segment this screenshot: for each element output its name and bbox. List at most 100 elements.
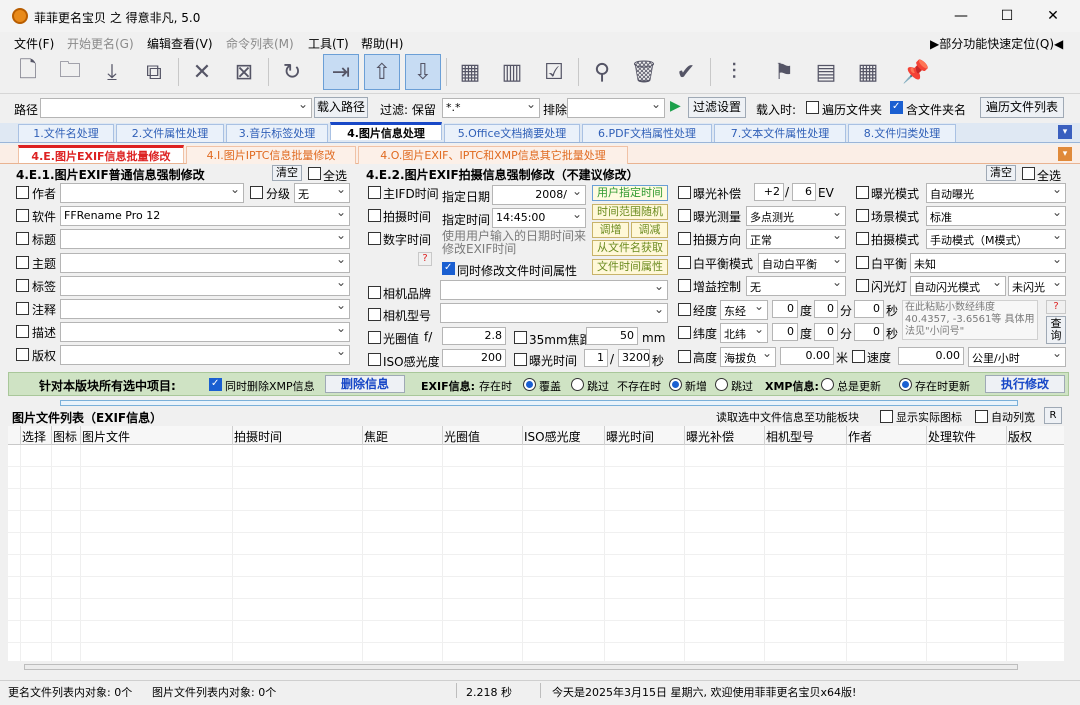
comment-checkbox[interactable] xyxy=(16,302,29,315)
camera-brand-combo[interactable] xyxy=(440,280,668,300)
col-exposure-time[interactable]: 曝光时间 xyxy=(606,428,654,445)
new-file-icon[interactable]: 🗋 xyxy=(10,54,46,90)
exif-add-radio[interactable] xyxy=(669,378,682,391)
title-combo[interactable] xyxy=(60,229,350,249)
tab-text[interactable]: 7.文本文件属性处理 xyxy=(714,124,846,142)
sliders-icon[interactable]: ⫶ xyxy=(716,54,752,90)
focal-input[interactable]: 50 xyxy=(586,327,638,345)
traverse-folder-checkbox[interactable] xyxy=(806,101,819,114)
scene-combo[interactable]: 标准 xyxy=(926,206,1066,226)
filter-combo[interactable]: *.* xyxy=(442,98,540,118)
menu-help[interactable]: 帮助(H) xyxy=(361,35,403,52)
refresh-list-button[interactable]: R xyxy=(1044,407,1062,424)
software-combo[interactable]: FFRename Pro 12 xyxy=(60,206,350,226)
query-button[interactable]: 查询 xyxy=(1046,316,1066,344)
tabs-dropdown-icon[interactable]: ▾ xyxy=(1058,125,1072,139)
gps-paste-hint[interactable]: 在此粘贴小数经纬度 40.4357, -3.6561等 具体用法见"小问号" xyxy=(902,300,1038,340)
copyright-combo[interactable] xyxy=(60,345,350,365)
play-icon[interactable]: ▶ xyxy=(670,98,681,114)
layout-down-icon[interactable]: ⇩ xyxy=(405,54,441,90)
exif-overwrite-radio[interactable] xyxy=(523,378,536,391)
author-checkbox[interactable] xyxy=(16,186,29,199)
col-focal[interactable]: 焦距 xyxy=(364,428,388,445)
read-selected-label[interactable]: 读取选中文件信息至功能板块 xyxy=(716,409,859,425)
aperture-input[interactable]: 2.8 xyxy=(442,327,506,345)
gain-checkbox[interactable] xyxy=(678,279,691,292)
camera-model-combo[interactable] xyxy=(440,303,668,323)
main-ifd-checkbox[interactable] xyxy=(368,186,381,199)
camera-brand-checkbox[interactable] xyxy=(368,286,381,299)
col-author[interactable]: 作者 xyxy=(848,428,872,445)
delete-icon[interactable]: ✕ xyxy=(184,54,220,90)
filter-settings-button[interactable]: 过滤设置 xyxy=(688,97,746,118)
speed-input[interactable]: 0.00 xyxy=(898,347,964,365)
exp-mode-combo[interactable]: 自动曝光 xyxy=(926,183,1066,203)
path-combo[interactable] xyxy=(40,98,312,118)
quick-locate-menu[interactable]: ▶部分功能快速定位(Q)◀ xyxy=(930,35,1063,52)
altitude-input[interactable]: 0.00 xyxy=(780,347,834,365)
menu-file[interactable]: 文件(F) xyxy=(14,35,54,52)
tags-combo[interactable] xyxy=(60,276,350,296)
exif-skip2-radio[interactable] xyxy=(715,378,728,391)
speed-unit-combo[interactable]: 公里/小时 xyxy=(968,347,1066,367)
traverse-list-button[interactable]: 遍历文件列表 xyxy=(980,97,1064,118)
altitude-checkbox[interactable] xyxy=(678,350,691,363)
longitude-dir-combo[interactable]: 东经 xyxy=(720,300,768,320)
focal-checkbox[interactable] xyxy=(514,331,527,344)
description-combo[interactable] xyxy=(60,322,350,342)
shoot-mode-combo[interactable]: 手动模式（M模式） xyxy=(926,229,1066,249)
scene-checkbox[interactable] xyxy=(856,209,869,222)
right-select-all-checkbox[interactable] xyxy=(1022,167,1035,180)
file-time-attr-button[interactable]: 文件时间属性 xyxy=(592,259,668,275)
pin-icon[interactable]: 📌 xyxy=(898,54,934,90)
tab-classify[interactable]: 8.文件归类处理 xyxy=(848,124,956,142)
wb-mode-combo[interactable]: 自动白平衡 xyxy=(758,253,846,273)
tags-checkbox[interactable] xyxy=(16,279,29,292)
random-time-button[interactable]: 时间范围随机 xyxy=(592,204,668,220)
gps-help-icon[interactable]: ? xyxy=(1046,300,1066,314)
grid-icon[interactable]: ▥ xyxy=(494,54,530,90)
col-image-file[interactable]: 图片文件 xyxy=(82,428,130,445)
grid-left-icon[interactable]: ▦ xyxy=(452,54,488,90)
speed-checkbox[interactable] xyxy=(852,350,865,363)
col-exposure-comp[interactable]: 曝光补偿 xyxy=(686,428,734,445)
iso-checkbox[interactable] xyxy=(368,353,381,366)
latitude-dir-combo[interactable]: 北纬 xyxy=(720,323,768,343)
adjust-down-button[interactable]: 调减 xyxy=(631,222,668,238)
col-copyright[interactable]: 版权 xyxy=(1008,428,1032,445)
left-select-all-checkbox[interactable] xyxy=(308,167,321,180)
remove-icon[interactable]: ⊠ xyxy=(226,54,262,90)
altitude-ref-combo[interactable]: 海拔负 xyxy=(720,347,776,367)
software-checkbox[interactable] xyxy=(16,209,29,222)
exposure-time-num-input[interactable]: 1 xyxy=(584,349,608,367)
metering-checkbox[interactable] xyxy=(678,209,691,222)
description-checkbox[interactable] xyxy=(16,325,29,338)
from-filename-button[interactable]: 从文件名获取 xyxy=(592,240,668,256)
col-camera-model[interactable]: 相机型号 xyxy=(766,428,814,445)
grade-checkbox[interactable] xyxy=(250,186,263,199)
exposure-time-den-input[interactable]: 3200 xyxy=(618,349,650,367)
user-time-button[interactable]: 用户指定时间 xyxy=(592,185,668,201)
show-icon-checkbox[interactable] xyxy=(880,410,893,423)
iso-input[interactable]: 200 xyxy=(442,349,506,367)
tab-office[interactable]: 5.Office文档摘要处理 xyxy=(444,124,580,142)
spec-time-input[interactable]: 14:45:00 xyxy=(492,208,586,228)
author-combo[interactable] xyxy=(60,183,244,203)
gain-combo[interactable]: 无 xyxy=(746,276,846,296)
xmp-delete-checkbox[interactable] xyxy=(209,378,222,391)
menu-tools[interactable]: 工具(T) xyxy=(308,35,349,52)
wb-combo[interactable]: 未知 xyxy=(910,253,1066,273)
shoot-mode-checkbox[interactable] xyxy=(856,232,869,245)
minimize-button[interactable]: — xyxy=(938,0,984,32)
subject-combo[interactable] xyxy=(60,253,350,273)
tab-image-info[interactable]: 4.图片信息处理 xyxy=(330,122,442,140)
tab-file-attr[interactable]: 2.文件属性处理 xyxy=(116,124,224,142)
flag-icon[interactable]: ⚑ xyxy=(766,54,802,90)
latitude-min-input[interactable]: 0 xyxy=(814,323,838,341)
layout-left-icon[interactable]: ⇥ xyxy=(323,54,359,90)
exp-comp-den-input[interactable]: 6 xyxy=(792,183,816,201)
latitude-deg-input[interactable]: 0 xyxy=(772,323,798,341)
execute-button[interactable]: 执行修改 xyxy=(985,375,1065,393)
camera-model-checkbox[interactable] xyxy=(368,308,381,321)
grade-combo[interactable]: 无 xyxy=(294,183,350,203)
